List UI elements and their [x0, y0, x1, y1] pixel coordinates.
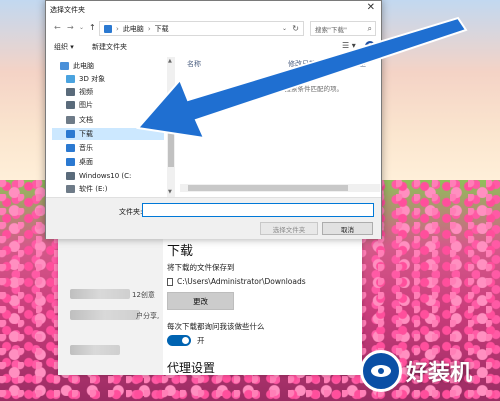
desktop-icon: [66, 158, 75, 166]
address-bar[interactable]: › 此电脑 › 下载 ⌄ ↻: [99, 21, 304, 36]
video-icon: [66, 88, 75, 96]
save-path: C:\Users\Administrator\Downloads: [167, 277, 306, 286]
download-settings-panel: 12创意 户分享, 下载 将下载的文件保存到 C:\Users\Administ…: [58, 235, 362, 375]
breadcrumb-this-pc[interactable]: 此电脑: [123, 24, 144, 34]
drive-icon: [66, 172, 75, 180]
nav-item-label: 音乐: [79, 144, 93, 152]
dialog-footer: 文件夹: 选择文件夹 取消: [46, 197, 381, 239]
column-headers: 名称 修改日期 类型: [180, 57, 380, 69]
ask-every-time-label: 每次下载都询问我该做些什么: [167, 322, 265, 331]
left-fragment-1: 12创意: [132, 291, 155, 299]
nav-pane-scrollbar[interactable]: ▲ ▼: [167, 57, 175, 197]
file-icon: [167, 277, 173, 286]
cancel-button[interactable]: 取消: [322, 222, 373, 235]
toggle-state-text: 开: [197, 336, 205, 345]
breadcrumb-downloads[interactable]: 下载: [155, 24, 169, 34]
help-icon[interactable]: ?: [365, 41, 375, 51]
nav-item-label: 视频: [79, 88, 93, 96]
scroll-down-icon[interactable]: ▼: [168, 189, 172, 195]
search-placeholder: 搜索"下载": [315, 25, 347, 34]
nav-item-pictures[interactable]: 图片: [66, 99, 93, 111]
picture-icon: [66, 101, 75, 109]
drive-icon: [66, 185, 75, 193]
close-icon[interactable]: ✕: [367, 2, 375, 13]
nav-item-music[interactable]: 音乐: [66, 142, 93, 154]
recent-locations-icon[interactable]: ⌄: [79, 24, 84, 31]
watermark: 好装机: [360, 350, 472, 392]
music-icon: [66, 144, 75, 152]
nav-item-documents[interactable]: 文档: [66, 114, 93, 126]
watermark-logo-icon: [360, 350, 402, 392]
dialog-titlebar[interactable]: 选择文件夹 ✕: [46, 1, 381, 17]
nav-item-label: 桌面: [79, 158, 93, 166]
select-folder-dialog: 选择文件夹 ✕ ← → ⌄ ↑ › 此电脑 › 下载 ⌄ ↻ 搜索"下载" ⌕ …: [45, 0, 382, 239]
column-date-modified[interactable]: 修改日期: [288, 59, 316, 69]
left-fragment-2: 户分享,: [136, 312, 160, 320]
chevron-down-icon[interactable]: ⌄: [282, 25, 287, 32]
nav-item-this-pc[interactable]: 此电脑: [60, 60, 94, 72]
nav-item-label: Windows10 (C:: [79, 172, 132, 180]
nav-item-label: 图片: [79, 101, 93, 109]
blurred-text: [70, 289, 130, 299]
settings-title: 下载: [167, 244, 194, 259]
nav-item-label: 软件 (E:): [79, 185, 108, 193]
nav-item-3d-objects[interactable]: 3D 对象: [66, 73, 105, 85]
nav-item-drive-e[interactable]: 软件 (E:): [66, 183, 107, 195]
nav-item-downloads[interactable]: 下载: [52, 128, 164, 140]
ask-toggle-switch[interactable]: [167, 335, 191, 346]
change-button[interactable]: 更改: [167, 292, 234, 310]
computer-icon: [60, 62, 69, 70]
nav-item-label: 此电脑: [73, 62, 94, 70]
empty-message: 没有与搜索条件匹配的项。: [265, 85, 343, 93]
navigation-pane: 此电脑 3D 对象 视频 图片 文档 下载 音乐 桌面 Windows10 (C…: [52, 57, 170, 197]
file-list-pane: 名称 修改日期 类型 没有与搜索条件匹配的项。: [180, 57, 380, 197]
select-folder-button[interactable]: 选择文件夹: [260, 222, 318, 235]
ask-toggle-row[interactable]: 开: [167, 335, 205, 346]
breadcrumb-separator: ›: [116, 24, 119, 33]
nav-item-label: 下载: [79, 130, 93, 138]
folder-input[interactable]: [142, 203, 374, 217]
scrollbar-thumb[interactable]: [168, 107, 174, 167]
settings-left-column: 12创意 户分享,: [58, 235, 163, 375]
forward-icon[interactable]: →: [67, 23, 74, 32]
refresh-icon[interactable]: ↻: [292, 24, 299, 33]
dialog-title: 选择文件夹: [50, 6, 85, 14]
nav-item-label: 文档: [79, 116, 93, 124]
blurred-text: [70, 310, 140, 320]
column-type[interactable]: 类型: [352, 59, 366, 69]
download-icon: [66, 130, 75, 138]
search-icon[interactable]: ⌕: [368, 24, 372, 34]
save-location-label: 将下载的文件保存到: [167, 263, 235, 272]
document-icon: [66, 116, 75, 124]
back-icon[interactable]: ←: [54, 23, 61, 32]
watermark-text: 好装机: [406, 361, 473, 386]
folder-label: 文件夹:: [119, 208, 143, 216]
navigation-bar: ← → ⌄ ↑ › 此电脑 › 下载 ⌄ ↻ 搜索"下载" ⌕: [46, 19, 381, 37]
breadcrumb-separator: ›: [147, 24, 151, 33]
download-folder-icon: [104, 24, 112, 33]
new-folder-button[interactable]: 新建文件夹: [92, 42, 127, 52]
blurred-text: [70, 345, 120, 355]
view-options-icon[interactable]: ☰ ▾: [342, 41, 356, 50]
nav-item-videos[interactable]: 视频: [66, 86, 93, 98]
command-toolbar: 组织 ▾ 新建文件夹 ☰ ▾ ?: [46, 39, 381, 54]
organize-menu[interactable]: 组织 ▾: [54, 42, 74, 52]
file-list-horizontal-scrollbar[interactable]: [180, 184, 380, 192]
nav-item-desktop[interactable]: 桌面: [66, 156, 93, 168]
nav-item-drive-c[interactable]: Windows10 (C:: [66, 170, 131, 182]
column-name[interactable]: 名称: [187, 59, 201, 69]
up-icon[interactable]: ↑: [89, 23, 96, 32]
save-path-text: C:\Users\Administrator\Downloads: [177, 277, 306, 286]
scrollbar-thumb[interactable]: [188, 185, 348, 191]
search-box[interactable]: 搜索"下载" ⌕: [310, 21, 376, 36]
nav-item-label: 3D 对象: [79, 75, 106, 83]
scroll-up-icon[interactable]: ▲: [168, 58, 172, 64]
proxy-settings-title: 代理设置: [167, 361, 216, 375]
cube-icon: [66, 75, 75, 83]
